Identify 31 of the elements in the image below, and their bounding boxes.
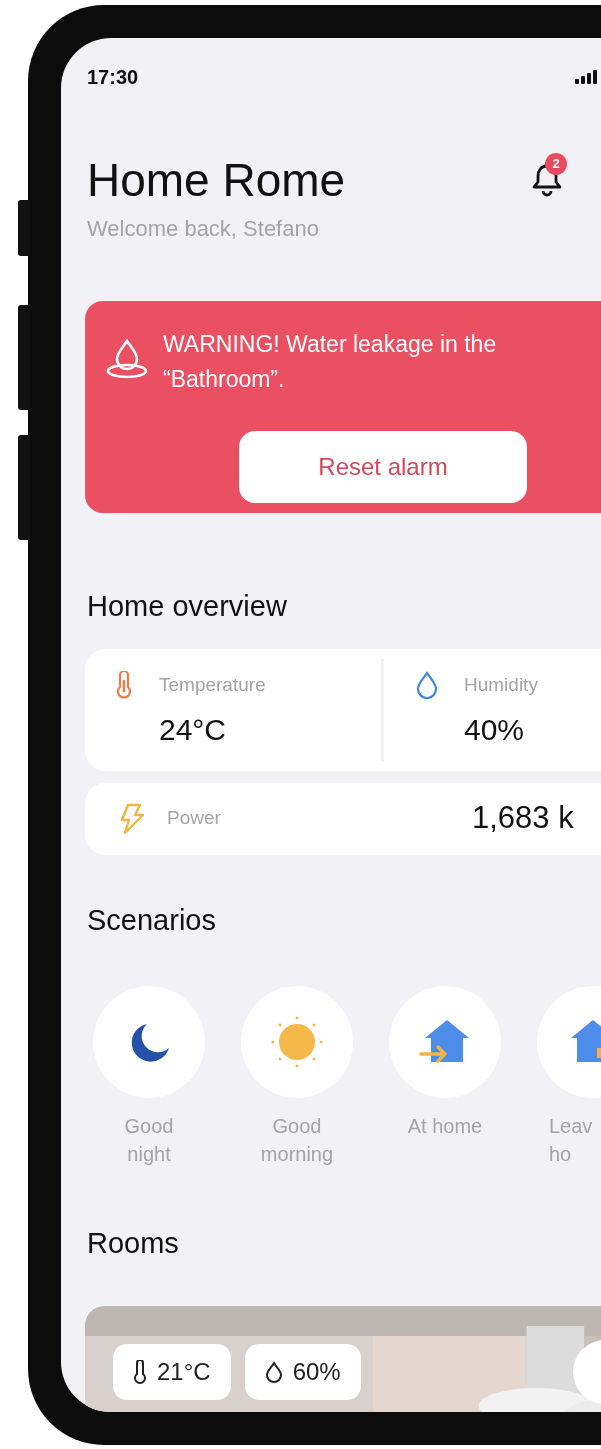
- signal-icon: [575, 70, 600, 84]
- scenario-label: Leav ho: [549, 1114, 593, 1167]
- section-title: Scenarios: [87, 902, 217, 938]
- house-arrow-icon: [419, 1018, 471, 1066]
- stat-value: 40%: [464, 712, 526, 748]
- stat-label: Humidity: [464, 672, 538, 697]
- reset-alarm-button[interactable]: Reset alarm: [239, 431, 527, 503]
- scenario-label: Good morning: [260, 1114, 334, 1167]
- stat-value: 24°C: [159, 712, 228, 748]
- thermometer-icon: [115, 670, 133, 699]
- humidity-reading: 60%: [292, 1356, 341, 1387]
- scenario-label: Good night: [124, 1114, 174, 1167]
- notification-badge: 2: [545, 153, 568, 175]
- droplet-icon: [264, 1360, 283, 1383]
- welcome-text: Welcome back, Stefano: [87, 215, 320, 243]
- alert-message: WARNING! Water leakage in the “Bathroom”.: [163, 330, 498, 394]
- water-leak-icon: [105, 337, 149, 381]
- section-title: Home overview: [87, 589, 288, 624]
- temperature-reading: 21°C: [157, 1356, 211, 1387]
- status-time: 17:30: [87, 65, 139, 90]
- sun-icon: [271, 1016, 323, 1068]
- thermometer-icon: [133, 1359, 147, 1384]
- stat-label: Temperature: [159, 672, 266, 697]
- droplet-icon: [416, 670, 438, 699]
- power-label: Power: [167, 806, 221, 831]
- power-value: 1,683 k: [472, 799, 575, 838]
- scenario-label: At home: [407, 1114, 483, 1139]
- lightning-icon: [119, 802, 145, 835]
- section-title: Rooms: [87, 1226, 180, 1261]
- page-title: Home Rome: [87, 154, 346, 206]
- notification-button[interactable]: 2: [531, 153, 570, 199]
